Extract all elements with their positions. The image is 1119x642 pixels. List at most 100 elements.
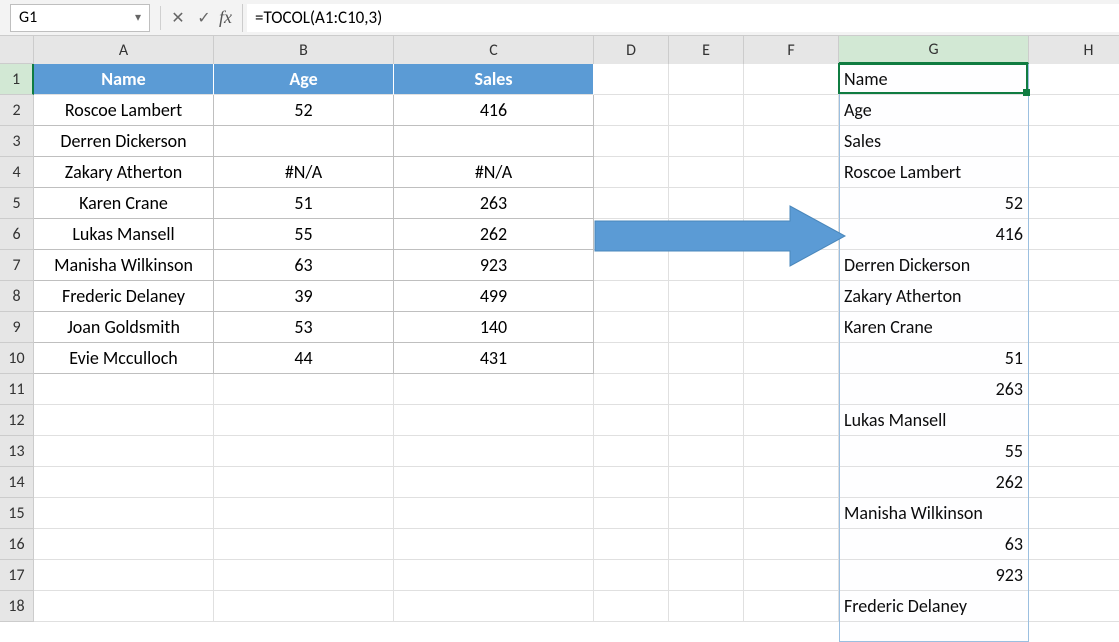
cell-F17[interactable] xyxy=(744,560,839,591)
cell-C13[interactable] xyxy=(394,436,594,467)
spill-cell[interactable]: Age xyxy=(839,95,1029,126)
cell-age[interactable]: #N/A xyxy=(214,157,394,188)
cell-C18[interactable] xyxy=(394,591,594,622)
cell-age[interactable] xyxy=(214,126,394,157)
row-header-7[interactable]: 7 xyxy=(0,250,34,281)
cell-C15[interactable] xyxy=(394,498,594,529)
cell-C12[interactable] xyxy=(394,405,594,436)
row-header-8[interactable]: 8 xyxy=(0,281,34,312)
cell-A18[interactable] xyxy=(34,591,214,622)
cell-F15[interactable] xyxy=(744,498,839,529)
cell-F9[interactable] xyxy=(744,312,839,343)
cell-F1[interactable] xyxy=(744,64,839,95)
cell-B16[interactable] xyxy=(214,529,394,560)
cell-E4[interactable] xyxy=(669,157,744,188)
cell-name[interactable]: Lukas Mansell xyxy=(34,219,214,250)
column-header-G[interactable]: G xyxy=(839,36,1029,64)
cell-B11[interactable] xyxy=(214,374,394,405)
row-header-2[interactable]: 2 xyxy=(0,95,34,126)
header-sales[interactable]: Sales xyxy=(394,64,594,95)
cell-sales[interactable]: 499 xyxy=(394,281,594,312)
cell-A17[interactable] xyxy=(34,560,214,591)
cell-E9[interactable] xyxy=(669,312,744,343)
cell-B17[interactable] xyxy=(214,560,394,591)
cell-F16[interactable] xyxy=(744,529,839,560)
cell-name[interactable]: Frederic Delaney xyxy=(34,281,214,312)
row-header-17[interactable]: 17 xyxy=(0,560,34,591)
cell-H6[interactable] xyxy=(1029,219,1119,250)
spill-cell[interactable]: 51 xyxy=(839,343,1029,374)
row-header-18[interactable]: 18 xyxy=(0,591,34,622)
cell-F8[interactable] xyxy=(744,281,839,312)
cell-E2[interactable] xyxy=(669,95,744,126)
cell-sales[interactable]: 416 xyxy=(394,95,594,126)
cell-F14[interactable] xyxy=(744,467,839,498)
cell-F12[interactable] xyxy=(744,405,839,436)
cancel-icon[interactable]: ✕ xyxy=(165,5,191,31)
cell-E11[interactable] xyxy=(669,374,744,405)
spill-cell[interactable]: Roscoe Lambert xyxy=(839,157,1029,188)
cell-H12[interactable] xyxy=(1029,405,1119,436)
cell-H11[interactable] xyxy=(1029,374,1119,405)
cell-sales[interactable] xyxy=(394,126,594,157)
cell-A14[interactable] xyxy=(34,467,214,498)
row-header-12[interactable]: 12 xyxy=(0,405,34,436)
cell-F13[interactable] xyxy=(744,436,839,467)
column-header-F[interactable]: F xyxy=(744,36,839,64)
cell-E13[interactable] xyxy=(669,436,744,467)
cell-D4[interactable] xyxy=(594,157,669,188)
row-header-6[interactable]: 6 xyxy=(0,219,34,250)
spill-cell[interactable]: Lukas Mansell xyxy=(839,405,1029,436)
cell-F4[interactable] xyxy=(744,157,839,188)
cell-C11[interactable] xyxy=(394,374,594,405)
cell-H8[interactable] xyxy=(1029,281,1119,312)
spill-cell[interactable]: Karen Crane xyxy=(839,312,1029,343)
spill-cell[interactable]: 262 xyxy=(839,467,1029,498)
name-box[interactable]: G1 ▾ xyxy=(10,4,150,32)
cell-E8[interactable] xyxy=(669,281,744,312)
cell-age[interactable]: 53 xyxy=(214,312,394,343)
cell-name[interactable]: Joan Goldsmith xyxy=(34,312,214,343)
cell-name[interactable]: Derren Dickerson xyxy=(34,126,214,157)
header-age[interactable]: Age xyxy=(214,64,394,95)
cell-H5[interactable] xyxy=(1029,188,1119,219)
cell-B15[interactable] xyxy=(214,498,394,529)
cell-H10[interactable] xyxy=(1029,343,1119,374)
cell-sales[interactable]: #N/A xyxy=(394,157,594,188)
cell-H13[interactable] xyxy=(1029,436,1119,467)
cell-H3[interactable] xyxy=(1029,126,1119,157)
cell-D17[interactable] xyxy=(594,560,669,591)
row-header-14[interactable]: 14 xyxy=(0,467,34,498)
fx-icon[interactable]: fx xyxy=(219,7,232,28)
cell-H7[interactable] xyxy=(1029,250,1119,281)
cell-F3[interactable] xyxy=(744,126,839,157)
formula-input[interactable] xyxy=(247,4,1119,32)
cell-D15[interactable] xyxy=(594,498,669,529)
spill-cell[interactable]: 63 xyxy=(839,529,1029,560)
cell-A13[interactable] xyxy=(34,436,214,467)
row-header-4[interactable]: 4 xyxy=(0,157,34,188)
cell-D1[interactable] xyxy=(594,64,669,95)
cell-A15[interactable] xyxy=(34,498,214,529)
column-header-D[interactable]: D xyxy=(594,36,669,64)
cell-H9[interactable] xyxy=(1029,312,1119,343)
column-header-C[interactable]: C xyxy=(394,36,594,64)
cell-name[interactable]: Karen Crane xyxy=(34,188,214,219)
cell-F11[interactable] xyxy=(744,374,839,405)
spill-cell[interactable]: Zakary Atherton xyxy=(839,281,1029,312)
cell-age[interactable]: 44 xyxy=(214,343,394,374)
row-header-1[interactable]: 1 xyxy=(0,64,34,95)
cell-E14[interactable] xyxy=(669,467,744,498)
cell-H1[interactable] xyxy=(1029,64,1119,95)
row-header-11[interactable]: 11 xyxy=(0,374,34,405)
column-header-H[interactable]: H xyxy=(1029,36,1119,64)
cell-H4[interactable] xyxy=(1029,157,1119,188)
cell-B18[interactable] xyxy=(214,591,394,622)
cell-A16[interactable] xyxy=(34,529,214,560)
cell-D10[interactable] xyxy=(594,343,669,374)
cell-A11[interactable] xyxy=(34,374,214,405)
spill-cell[interactable]: 416 xyxy=(839,219,1029,250)
column-header-A[interactable]: A xyxy=(34,36,214,64)
cell-sales[interactable]: 262 xyxy=(394,219,594,250)
spill-cell[interactable]: Frederic Delaney xyxy=(839,591,1029,622)
